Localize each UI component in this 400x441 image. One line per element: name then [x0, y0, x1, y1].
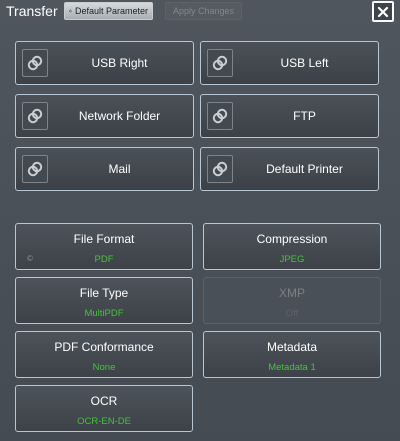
pdf-conformance-label: PDF Conformance: [54, 340, 154, 354]
link-icon: [207, 155, 233, 183]
file-type-label: File Type: [79, 286, 129, 300]
destination-label: Default Printer: [266, 162, 343, 176]
destination-usb-left-button[interactable]: USB Left: [200, 41, 379, 85]
pdf-conformance-value: None: [92, 362, 116, 373]
compression-label: Compression: [256, 232, 328, 246]
link-icon: [207, 49, 233, 77]
file-format-tile[interactable]: File Format © PDF: [15, 223, 193, 270]
metadata-label: Metadata: [266, 340, 318, 354]
destination-label: FTP: [293, 109, 316, 123]
destination-mail-button[interactable]: Mail: [15, 147, 194, 191]
link-icon: [22, 155, 48, 183]
transfer-panel: Transfer Default Parameter Apply Changes…: [0, 0, 400, 441]
apply-changes-button[interactable]: Apply Changes: [165, 2, 242, 20]
xmp-label: XMP: [278, 286, 305, 300]
metadata-value: Metadata 1: [268, 362, 316, 373]
destination-label: Mail: [108, 162, 131, 176]
default-parameter-button[interactable]: Default Parameter: [64, 2, 153, 20]
xmp-value: Off: [285, 308, 299, 319]
refresh-icon: [69, 9, 72, 13]
destination-label: Network Folder: [78, 109, 161, 123]
destination-label: USB Left: [280, 56, 329, 70]
xmp-tile: XMP Off: [203, 277, 381, 324]
close-icon: [377, 6, 389, 17]
header-bar: Transfer Default Parameter Apply Changes: [0, 0, 400, 24]
default-parameter-label: Default Parameter: [74, 6, 148, 16]
pdf-conformance-tile[interactable]: PDF Conformance None: [15, 331, 193, 378]
destination-ftp-button[interactable]: FTP: [200, 94, 379, 138]
destination-usb-right-button[interactable]: USB Right: [15, 41, 194, 85]
ocr-value: OCR-EN-DE: [77, 416, 131, 427]
destination-network-folder-button[interactable]: Network Folder: [15, 94, 194, 138]
destination-label: USB Right: [91, 56, 148, 70]
file-type-value: MultiPDF: [84, 308, 124, 319]
metadata-tile[interactable]: Metadata Metadata 1: [203, 331, 381, 378]
close-button[interactable]: [372, 1, 394, 22]
file-type-tile[interactable]: File Type MultiPDF: [15, 277, 193, 324]
file-format-label: File Format: [73, 232, 135, 246]
compression-value: JPEG: [279, 254, 305, 265]
file-format-value: PDF: [94, 254, 114, 265]
link-icon: [207, 102, 233, 130]
destination-default-printer-button[interactable]: Default Printer: [200, 147, 379, 191]
link-icon: [22, 102, 48, 130]
compression-tile[interactable]: Compression JPEG: [203, 223, 381, 270]
apply-changes-label: Apply Changes: [172, 6, 235, 16]
page-title: Transfer: [6, 3, 58, 19]
link-icon: [22, 49, 48, 77]
ocr-tile[interactable]: OCR OCR-EN-DE: [15, 385, 193, 432]
ocr-label: OCR: [90, 394, 118, 408]
